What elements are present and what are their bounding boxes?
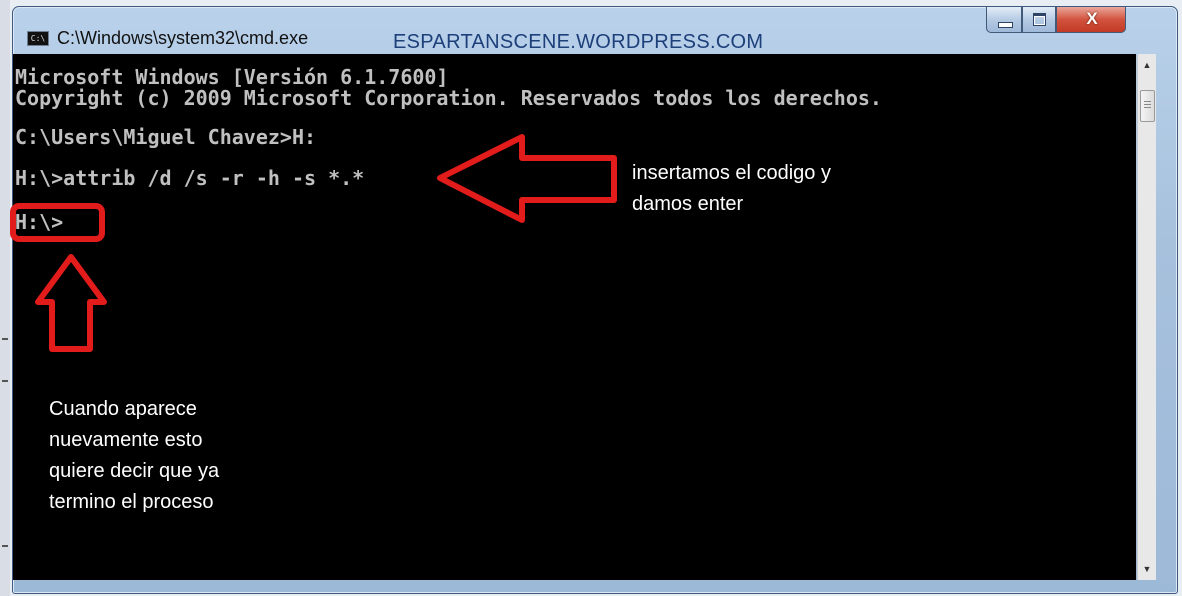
prompt-highlight-box: [10, 203, 105, 242]
annotation-overlay: [10, 134, 617, 352]
up-arrow-marker: [35, 254, 107, 352]
left-arrow-marker: [437, 134, 617, 223]
